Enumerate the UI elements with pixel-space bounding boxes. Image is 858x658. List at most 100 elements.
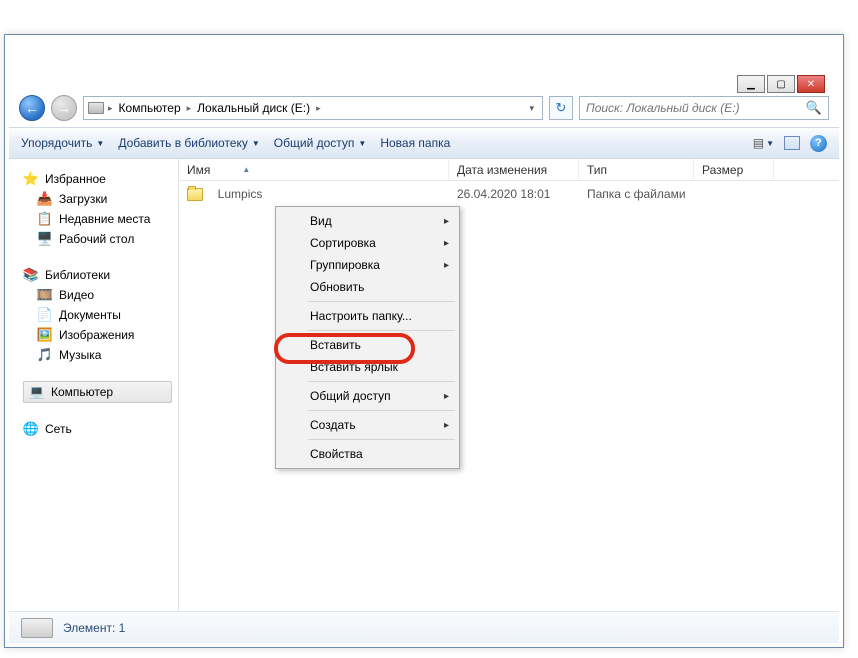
maximize-button[interactable]: ▢ [767, 75, 795, 93]
column-size[interactable]: Размер [694, 159, 774, 180]
chevron-down-icon: ▼ [358, 139, 366, 148]
menu-item-paste[interactable]: Вставить [278, 334, 457, 356]
folder-icon [187, 188, 203, 201]
nav-item-pictures[interactable]: 🖼️ Изображения [23, 325, 172, 345]
menu-item-refresh[interactable]: Обновить [278, 276, 457, 298]
video-icon: 🎞️ [37, 287, 53, 303]
nav-item-recent[interactable]: 📋 Недавние места [23, 209, 172, 229]
nav-item-documents[interactable]: 📄Документы [23, 305, 172, 325]
search-input[interactable] [586, 101, 802, 115]
close-button[interactable]: ✕ [797, 75, 825, 93]
network-group: 🌐 Сеть [23, 419, 172, 439]
recent-icon: 📋 [37, 211, 53, 227]
preview-pane-button[interactable] [784, 136, 800, 150]
chevron-right-icon[interactable]: ▸ [108, 103, 113, 114]
column-type[interactable]: Тип [579, 159, 694, 180]
column-date[interactable]: Дата изменения [449, 159, 579, 180]
minimize-button[interactable]: ▁ [737, 75, 765, 93]
network-icon: 🌐 [23, 421, 39, 437]
status-bar: Элемент: 1 [9, 611, 839, 643]
menu-item-paste-shortcut[interactable]: Вставить ярлык [278, 356, 457, 378]
address-bar[interactable]: ▸ Компьютер ▸ Локальный диск (E:) ▸ ▾ [83, 96, 543, 120]
refresh-button[interactable]: ↻ [549, 96, 573, 120]
libraries-label: Библиотеки [45, 268, 110, 282]
favorites-group: ⭐ Избранное 📥 Загрузки 📋 Недавние места 🖥️ Р… [23, 169, 172, 249]
back-button[interactable]: ← [19, 95, 45, 121]
add-to-library-label: Добавить в библиотеку [118, 136, 248, 150]
share-label: Общий доступ [274, 136, 355, 150]
document-icon: 📄 [37, 307, 53, 323]
chevron-down-icon: ▼ [252, 139, 260, 148]
music-icon: 🎵 [37, 347, 53, 363]
new-folder-button[interactable]: Новая папка [380, 136, 450, 150]
nav-item-computer[interactable]: 💻 Компьютер [23, 381, 172, 403]
file-name: Lumpics [218, 187, 263, 201]
file-name-cell: Lumpics [179, 185, 449, 203]
computer-group: 💻 Компьютер [23, 381, 172, 403]
desktop-icon: 🖥️ [37, 231, 53, 247]
menu-item-sort[interactable]: Сортировка [278, 232, 457, 254]
share-button[interactable]: Общий доступ▼ [274, 136, 367, 150]
nav-item-videos[interactable]: 🎞️ Видео [23, 285, 172, 305]
drive-icon [88, 102, 104, 114]
file-row[interactable]: Lumpics 26.04.2020 18:01 Папка с файлами [179, 181, 839, 203]
organize-button[interactable]: Упорядочить ▼ [21, 136, 104, 150]
toolbar: Упорядочить ▼ Добавить в библиотеку ▼ Общи… [9, 127, 839, 159]
pictures-icon: 🖼️ [37, 327, 53, 343]
nav-item-label: Загрузки [59, 192, 107, 206]
drive-icon [21, 618, 53, 638]
nav-item-label: Музыка [59, 348, 101, 362]
menu-item-group[interactable]: Группировка [278, 254, 457, 276]
nav-item-music[interactable]: 🎵 Музыка [23, 345, 172, 365]
favorites-label: Избранное [45, 172, 106, 186]
help-button[interactable]: ? [810, 135, 827, 152]
toolbar-right: ▤▼ ? [753, 135, 827, 152]
menu-item-new[interactable]: Создать [278, 414, 457, 436]
menu-item-view[interactable]: Вид [278, 210, 457, 232]
menu-separator [308, 330, 455, 331]
column-name[interactable]: Имя▲ [179, 159, 449, 180]
address-dropdown-icon[interactable]: ▾ [525, 103, 538, 114]
context-menu: Вид Сортировка Группировка Обновить Наст… [275, 206, 460, 469]
sort-asc-icon: ▲ [242, 165, 250, 174]
menu-item-properties[interactable]: Свойства [278, 443, 457, 465]
nav-item-label: Недавние места [59, 212, 150, 226]
nav-item-label: Видео [59, 288, 94, 302]
breadcrumb-computer[interactable]: Компьютер [117, 101, 183, 115]
menu-separator [308, 410, 455, 411]
star-icon: ⭐ [23, 171, 39, 187]
menu-item-share[interactable]: Общий доступ [278, 385, 457, 407]
menu-separator [308, 439, 455, 440]
nav-item-label: Изображения [59, 328, 134, 342]
chevron-right-icon[interactable]: ▸ [187, 103, 192, 114]
libraries-header[interactable]: 📚 Библиотеки [23, 265, 172, 285]
list-icon: ▤ [753, 136, 764, 150]
nav-item-label: Сеть [45, 422, 72, 436]
navigation-pane: ⭐ Избранное 📥 Загрузки 📋 Недавние места 🖥️ Р… [9, 159, 179, 611]
add-to-library-button[interactable]: Добавить в библиотеку ▼ [118, 136, 259, 150]
nav-item-label: Рабочий стол [59, 232, 134, 246]
computer-icon: 💻 [29, 384, 45, 400]
forward-button[interactable]: → [51, 95, 77, 121]
file-date-cell: 26.04.2020 18:01 [449, 185, 579, 203]
status-text: Элемент: 1 [63, 621, 125, 635]
menu-item-customize[interactable]: Настроить папку... [278, 305, 457, 327]
chevron-down-icon: ▼ [96, 139, 104, 148]
search-box[interactable]: 🔍 [579, 96, 829, 120]
nav-item-downloads[interactable]: 📥 Загрузки [23, 189, 172, 209]
nav-item-network[interactable]: 🌐 Сеть [23, 419, 172, 439]
view-mode-button[interactable]: ▤▼ [753, 136, 774, 150]
nav-item-label: Компьютер [51, 385, 113, 399]
file-type-cell: Папка с файлами [579, 185, 694, 203]
favorites-header[interactable]: ⭐ Избранное [23, 169, 172, 189]
nav-item-desktop[interactable]: 🖥️ Рабочий стол [23, 229, 172, 249]
downloads-icon: 📥 [37, 191, 53, 207]
search-icon[interactable]: 🔍 [806, 100, 822, 116]
libraries-icon: 📚 [23, 267, 39, 283]
breadcrumb-drive[interactable]: Локальный диск (E:) [195, 101, 312, 115]
file-size-cell [694, 185, 774, 203]
organize-label: Упорядочить [21, 136, 92, 150]
chevron-right-icon[interactable]: ▸ [316, 103, 321, 114]
libraries-group: 📚 Библиотеки 🎞️ Видео 📄Документы 🖼️ Изображ… [23, 265, 172, 365]
menu-separator [308, 301, 455, 302]
